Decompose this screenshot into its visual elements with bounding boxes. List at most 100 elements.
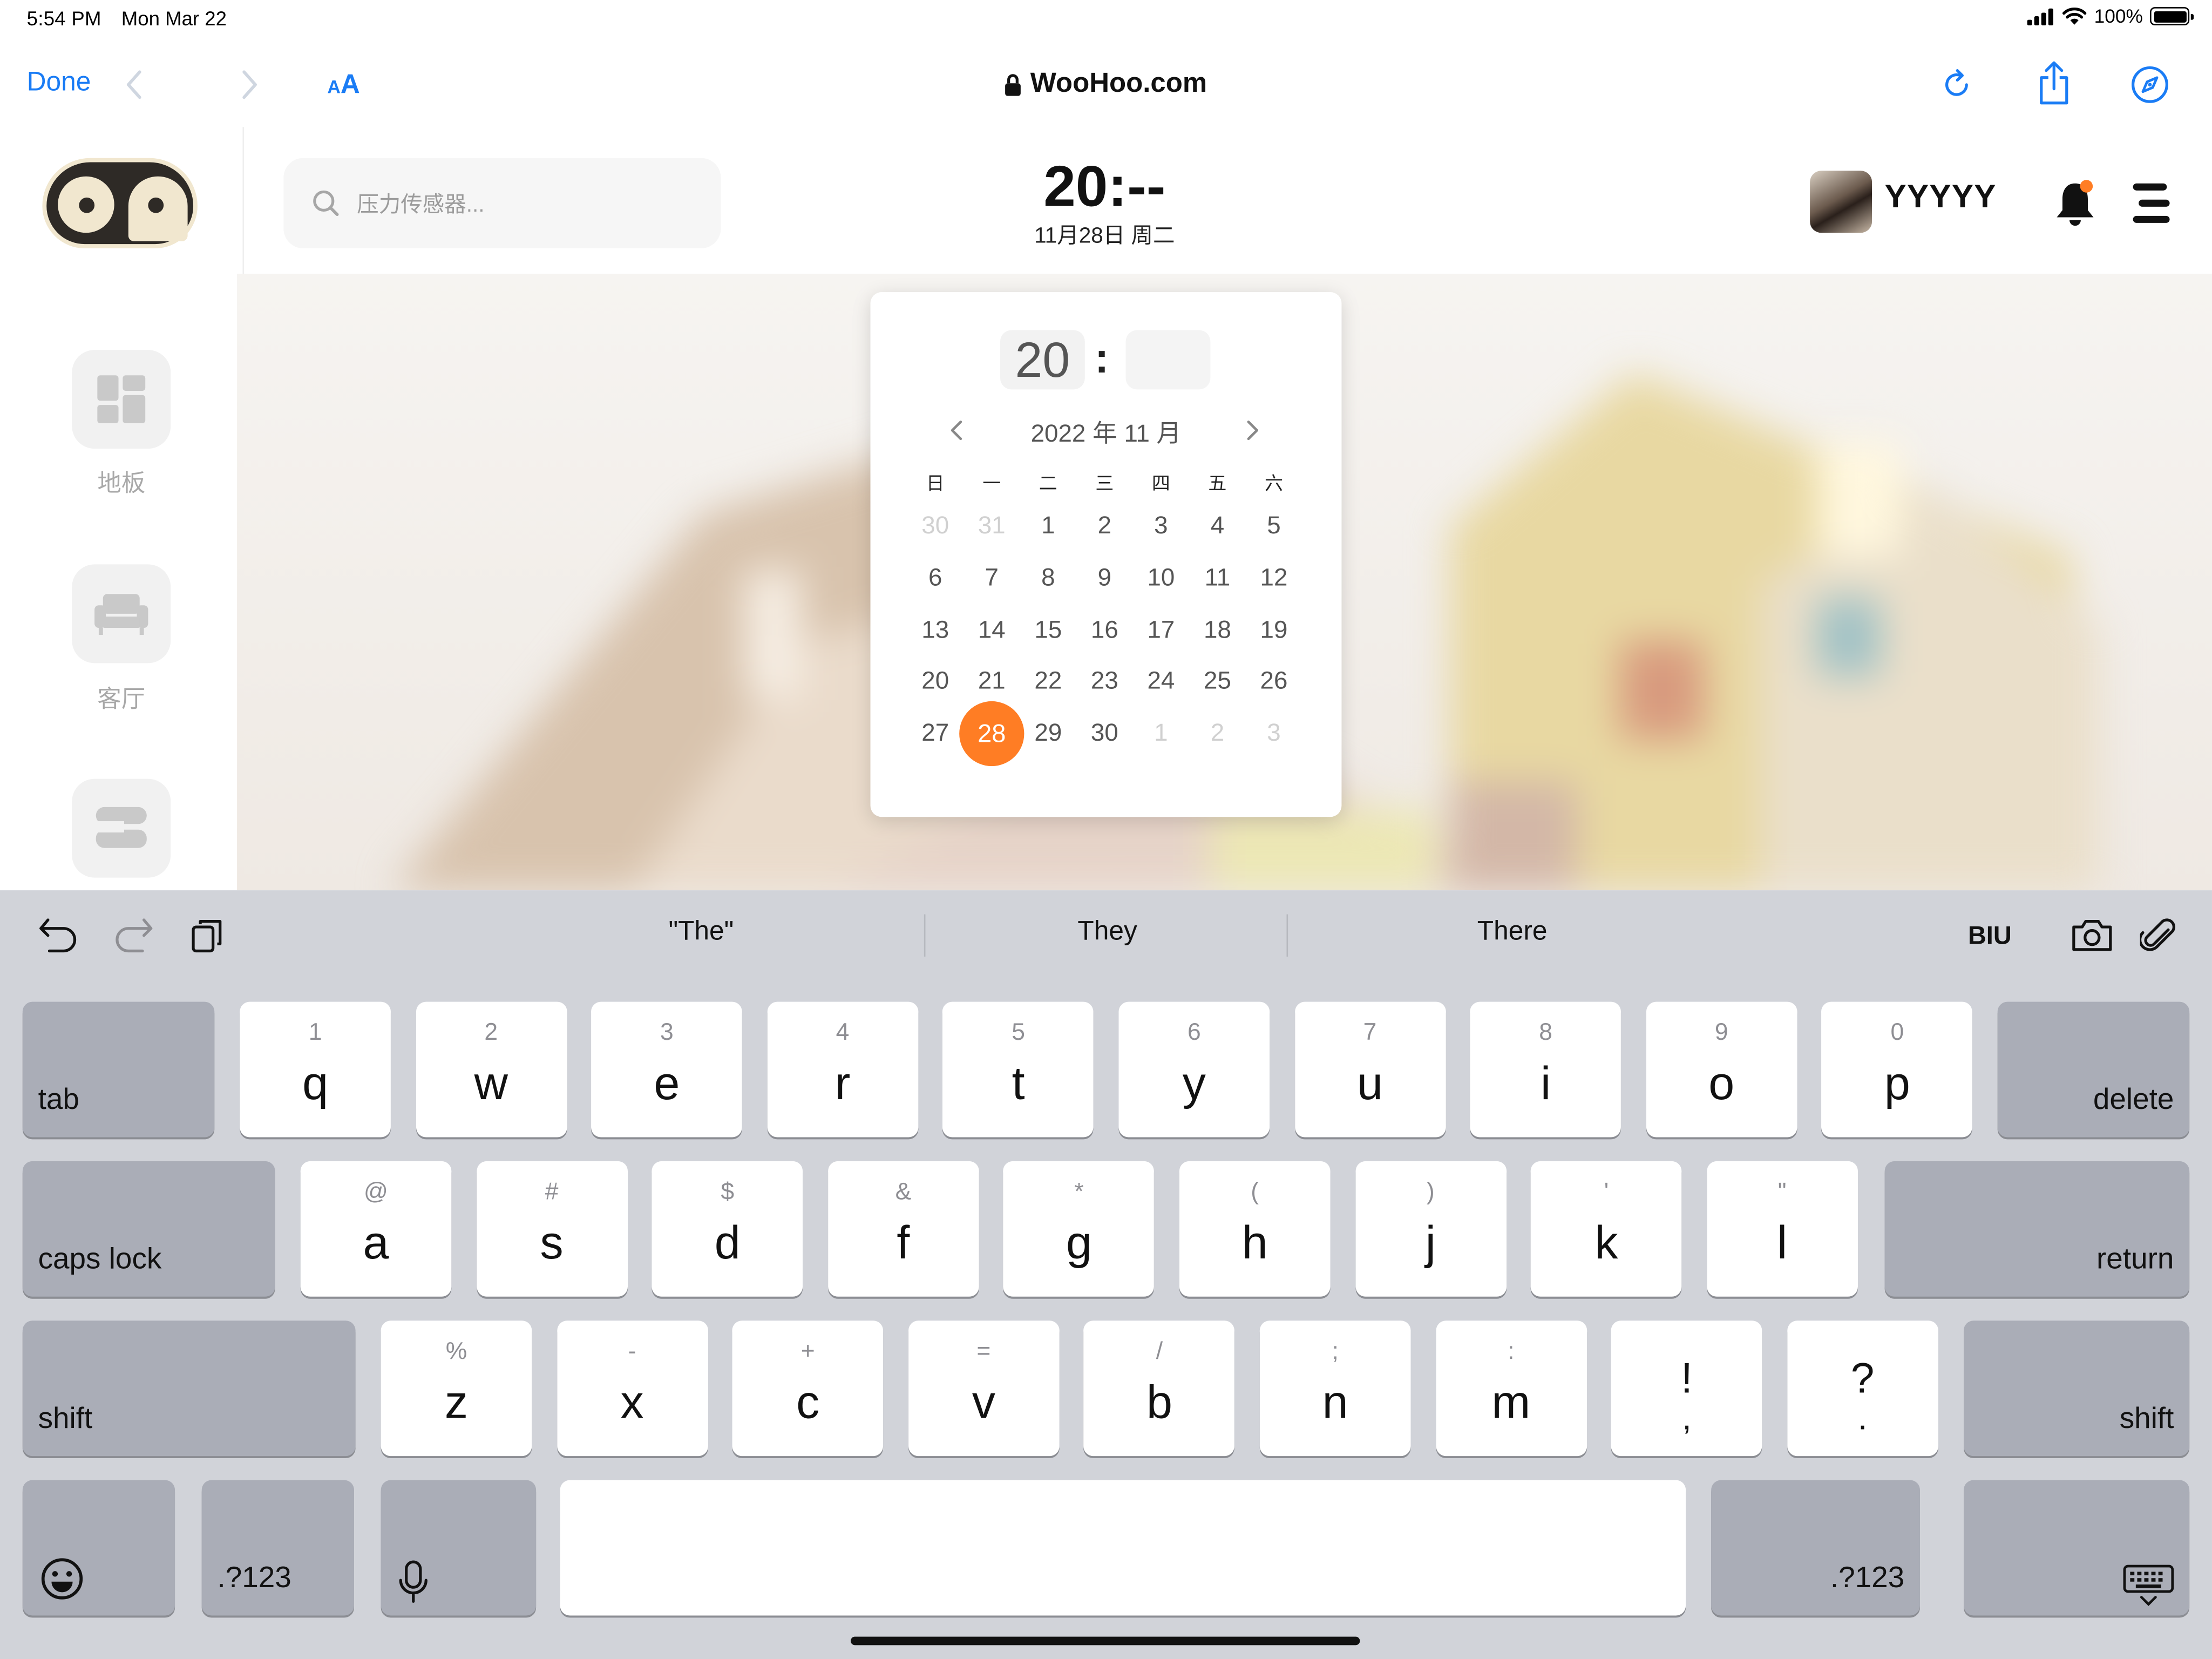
key-j[interactable]: ) j	[1355, 1161, 1507, 1297]
calendar-day[interactable]: 27	[907, 718, 963, 748]
compass-icon[interactable]	[2130, 65, 2169, 104]
minute-field[interactable]	[1125, 330, 1211, 390]
calendar-day[interactable]: 16	[1076, 615, 1133, 645]
return-key[interactable]: return	[1884, 1161, 2190, 1297]
calendar-day[interactable]: 6	[907, 563, 963, 593]
share-icon[interactable]	[2035, 60, 2072, 106]
search-icon	[313, 190, 339, 216]
next-month-icon[interactable]	[1244, 419, 1261, 442]
numbers-key-right[interactable]: .?123	[1711, 1480, 1920, 1616]
suggestion-item[interactable]: There	[1371, 917, 1653, 948]
calendar-day[interactable]: 29	[1020, 718, 1077, 748]
key-k[interactable]: ' k	[1531, 1161, 1682, 1297]
username[interactable]: YYYYY	[1885, 178, 1997, 216]
numbers-key-left[interactable]: .?123	[201, 1480, 354, 1616]
key-q[interactable]: 1q	[240, 1001, 391, 1137]
calendar-day[interactable]: 10	[1133, 563, 1190, 593]
key-z[interactable]: % z	[381, 1321, 532, 1457]
tab-key[interactable]: tab	[22, 1001, 215, 1137]
sidebar-item-storage[interactable]	[72, 778, 171, 878]
key-x[interactable]: -x	[557, 1321, 708, 1457]
shift-key-left[interactable]: shift	[22, 1321, 356, 1457]
hide-keyboard-key[interactable]	[1963, 1480, 2190, 1616]
key-n[interactable]: ; n	[1259, 1321, 1411, 1457]
reload-icon[interactable]	[1940, 67, 1974, 101]
key-r[interactable]: 4r	[767, 1001, 918, 1137]
calendar-day[interactable]: 7	[963, 563, 1020, 593]
calendar-day[interactable]: 3	[1133, 511, 1190, 540]
space-bar[interactable]	[560, 1480, 1686, 1616]
key-l[interactable]: " l	[1706, 1161, 1858, 1297]
key-s[interactable]: # s	[476, 1161, 627, 1297]
suggestion-item[interactable]: They	[966, 917, 1249, 948]
key-question[interactable]: .?	[1787, 1321, 1938, 1457]
dictation-key[interactable]	[381, 1480, 537, 1616]
calendar-day[interactable]: 8	[1020, 563, 1077, 593]
key-w[interactable]: 2w	[415, 1001, 567, 1137]
search-input[interactable]: 压力传感器...	[283, 158, 721, 248]
calendar-day[interactable]: 1	[1020, 511, 1077, 540]
key-h[interactable]: (h	[1179, 1161, 1331, 1297]
key-g[interactable]: * g	[1003, 1161, 1155, 1297]
attachment-icon[interactable]	[2140, 916, 2177, 955]
calendar-day[interactable]: 25	[1189, 666, 1246, 696]
calendar-day[interactable]: 15	[1020, 615, 1077, 645]
calendar-day[interactable]: 3	[1246, 718, 1302, 748]
key-y[interactable]: 6y	[1118, 1001, 1270, 1137]
key-exclamation[interactable]: ,!	[1611, 1321, 1762, 1457]
calendar-day[interactable]: 14	[963, 615, 1020, 645]
key-u[interactable]: 7u	[1294, 1001, 1446, 1137]
key-p[interactable]: 0p	[1822, 1001, 1973, 1137]
notification-bell-icon[interactable]	[2053, 178, 2098, 228]
key-m[interactable]: :m	[1435, 1321, 1587, 1457]
key-d[interactable]: $ d	[652, 1161, 803, 1297]
calendar-day[interactable]: 2	[1076, 511, 1133, 540]
undo-icon[interactable]	[37, 916, 79, 955]
calendar-day[interactable]: 11	[1189, 563, 1246, 593]
calendar-day[interactable]: 1	[1133, 718, 1190, 748]
calendar-day[interactable]: 31	[963, 511, 1020, 540]
camera-icon[interactable]	[2069, 917, 2115, 954]
key-b[interactable]: / b	[1084, 1321, 1235, 1457]
calendar-day[interactable]: 30	[1076, 718, 1133, 748]
delete-key[interactable]: delete	[1997, 1001, 2190, 1137]
calendar-day-selected[interactable]: 28	[959, 701, 1024, 767]
calendar-day[interactable]: 12	[1246, 563, 1302, 593]
key-e[interactable]: 3e	[591, 1001, 743, 1137]
calendar-day[interactable]: 21	[963, 666, 1020, 696]
calendar-day[interactable]: 23	[1076, 666, 1133, 696]
key-c[interactable]: + c	[732, 1321, 884, 1457]
calendar-day[interactable]: 26	[1246, 666, 1302, 696]
calendar-day[interactable]: 9	[1076, 563, 1133, 593]
calendar-day[interactable]: 13	[907, 615, 963, 645]
caps-lock-key[interactable]: caps lock	[22, 1161, 275, 1297]
sidebar-item-floor[interactable]	[72, 350, 171, 449]
address-bar[interactable]: WooHoo.com	[0, 67, 2212, 104]
key-t[interactable]: 5t	[942, 1001, 1094, 1137]
calendar-day[interactable]: 5	[1246, 511, 1302, 540]
calendar-day[interactable]: 22	[1020, 666, 1077, 696]
key-a[interactable]: @ a	[300, 1161, 452, 1297]
redo-icon[interactable]	[113, 916, 155, 955]
hour-field[interactable]: 20	[1000, 330, 1085, 390]
emoji-key[interactable]	[22, 1480, 175, 1616]
menu-icon[interactable]	[2130, 181, 2172, 226]
calendar-day[interactable]: 24	[1133, 666, 1190, 696]
avatar[interactable]	[1810, 171, 1872, 233]
calendar-day[interactable]: 18	[1189, 615, 1246, 645]
calendar-day[interactable]: 30	[907, 511, 963, 540]
suggestion-item[interactable]: "The"	[560, 917, 843, 948]
calendar-day[interactable]: 19	[1246, 615, 1302, 645]
calendar-day[interactable]: 17	[1133, 615, 1190, 645]
key-i[interactable]: 8i	[1470, 1001, 1621, 1137]
shift-key-right[interactable]: shift	[1963, 1321, 2190, 1457]
calendar-day[interactable]: 2	[1189, 718, 1246, 748]
paste-icon[interactable]	[189, 917, 226, 954]
key-v[interactable]: = v	[908, 1321, 1060, 1457]
key-o[interactable]: 9o	[1646, 1001, 1797, 1137]
key-f[interactable]: & f	[827, 1161, 979, 1297]
sidebar-item-living-room[interactable]	[72, 564, 171, 663]
calendar-day[interactable]: 4	[1189, 511, 1246, 540]
text-format-button[interactable]: BIU	[1968, 922, 2012, 951]
calendar-day[interactable]: 20	[907, 666, 963, 696]
